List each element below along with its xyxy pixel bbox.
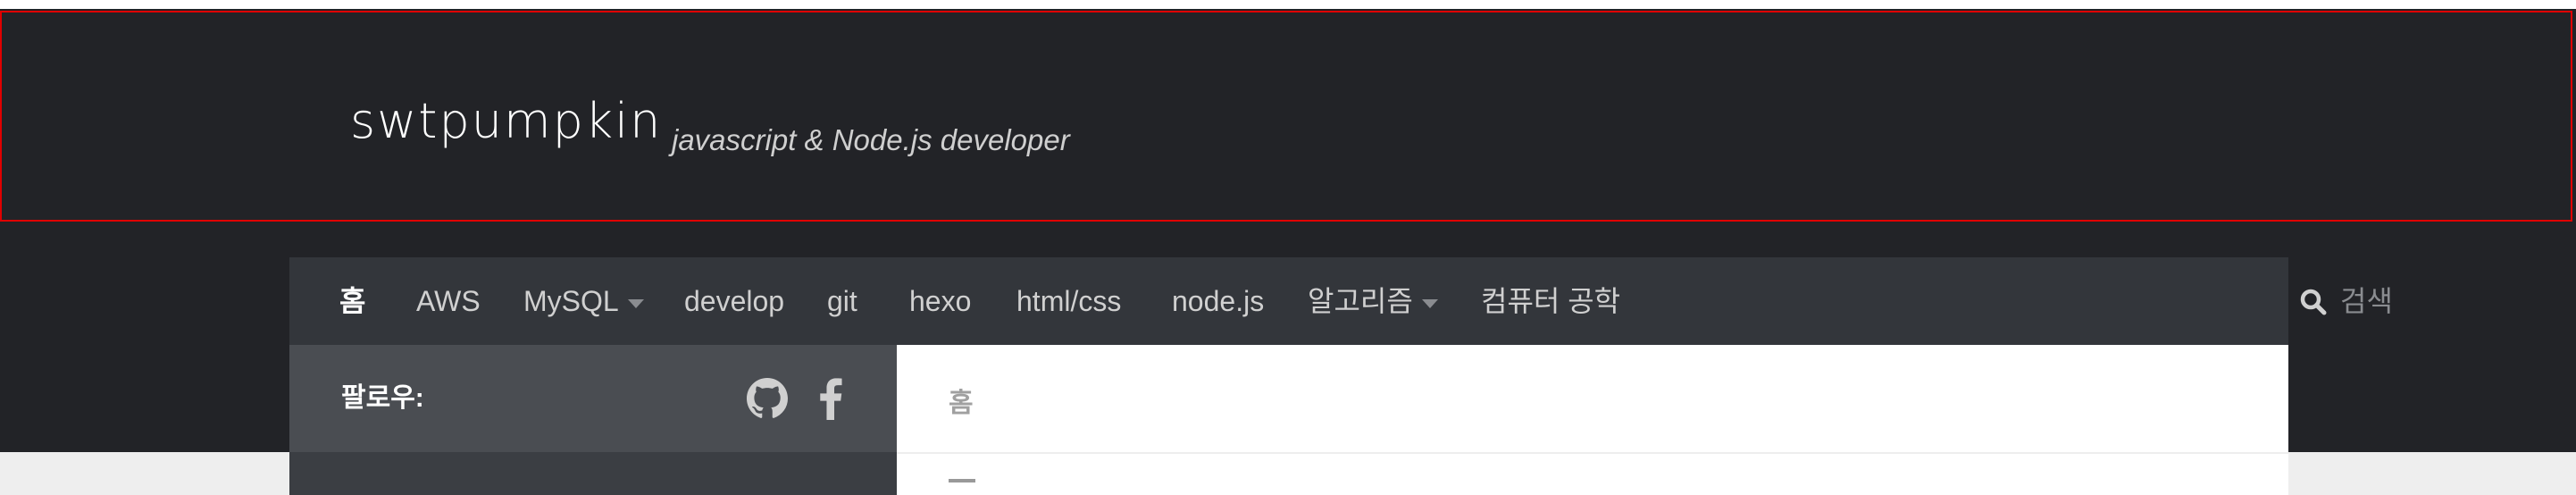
truncated-content-mark xyxy=(949,479,975,482)
follow-bar: 팔로우: xyxy=(289,345,897,452)
browser-top-strip xyxy=(0,0,2576,9)
nav-item-label: 알고리즘 xyxy=(1308,285,1413,317)
sidebar: 팔로우: xyxy=(289,345,897,495)
content-divider xyxy=(897,452,2288,454)
main-content: 홈 xyxy=(897,345,2288,495)
nav-item-home[interactable]: 홈 xyxy=(339,257,365,345)
github-icon[interactable] xyxy=(747,377,788,420)
follow-label: 팔로우: xyxy=(341,383,424,413)
nav-item-mysql[interactable]: MySQL xyxy=(523,257,644,345)
chevron-down-icon xyxy=(1421,298,1438,308)
search-icon[interactable] xyxy=(2299,288,2328,316)
site-description: javascript & Node.js developer xyxy=(672,123,1070,156)
nav-item-label: MySQL xyxy=(523,285,619,317)
nav-item-nodejs[interactable]: node.js xyxy=(1172,257,1264,345)
nav-item-html-css[interactable]: html/css xyxy=(1016,257,1121,345)
nav-item-develop[interactable]: develop xyxy=(684,257,784,345)
nav-item-hexo[interactable]: hexo xyxy=(909,257,971,345)
breadcrumb[interactable]: 홈 xyxy=(949,381,974,420)
site-title-link[interactable]: swtpumpkin xyxy=(350,93,662,149)
facebook-icon[interactable] xyxy=(818,377,843,420)
nav-item-computer-science[interactable]: 컴퓨터 공학 xyxy=(1481,257,1620,345)
search-input[interactable] xyxy=(2340,281,2555,322)
nav-item-algorithm[interactable]: 알고리즘 xyxy=(1308,257,1438,345)
nav-item-aws[interactable]: AWS xyxy=(416,257,481,345)
chevron-down-icon xyxy=(627,298,644,308)
nav-item-git[interactable]: git xyxy=(827,257,857,345)
main-nav: 홈 AWS MySQL develop git hexo html/css no… xyxy=(289,257,2555,345)
